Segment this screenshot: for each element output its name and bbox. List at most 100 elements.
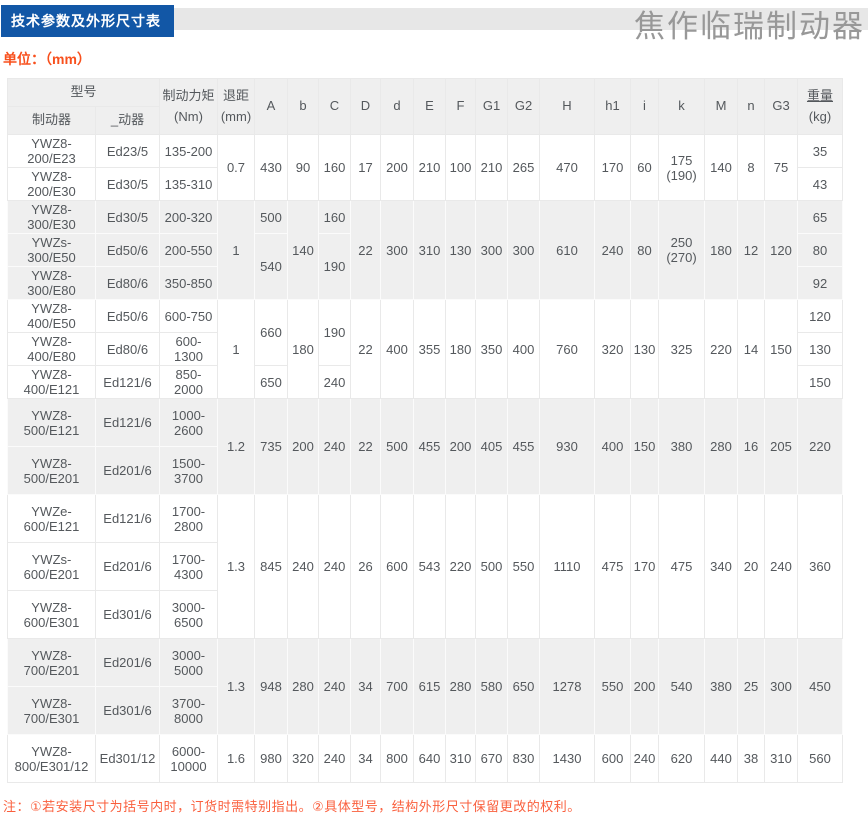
table-cell: 310 [765, 735, 798, 783]
unit-label: 单位：（mm） [3, 49, 868, 69]
table-cell: 16 [738, 399, 765, 495]
table-cell: 170 [631, 495, 659, 639]
table-cell: 1.6 [218, 735, 255, 783]
table-row: YWZe-600/E121Ed121/61700-28001.384524024… [8, 495, 843, 543]
table-cell: 160 [319, 135, 351, 201]
table-cell: 240 [319, 735, 351, 783]
table-cell: YWZ8-700/E301 [8, 687, 96, 735]
table-cell: 610 [540, 201, 595, 300]
table-cell: 400 [508, 300, 540, 399]
col-header-G1: G1 [476, 79, 508, 135]
col-header-H: H [540, 79, 595, 135]
table-cell: 12 [738, 201, 765, 300]
table-cell: YWZ8-500/E121 [8, 399, 96, 447]
table-cell: Ed80/6 [96, 333, 160, 366]
page-title: 技术参数及外形尺寸表 [1, 5, 174, 37]
table-cell: 3000-6500 [160, 591, 218, 639]
table-cell: 120 [798, 300, 843, 333]
footnote: 注：①若安装尺寸为括号内时，订货时需特别指出。②具体型号，结构外形尺寸保留更改的… [3, 796, 868, 815]
table-cell: 220 [798, 399, 843, 495]
table-cell: Ed80/6 [96, 267, 160, 300]
table-cell: Ed30/5 [96, 168, 160, 201]
col-header-d: d [381, 79, 414, 135]
table-cell: 380 [659, 399, 705, 495]
table-cell: Ed121/6 [96, 399, 160, 447]
table-cell: 150 [765, 300, 798, 399]
table-cell: 200 [446, 399, 476, 495]
table-cell: 90 [288, 135, 319, 201]
table-cell: 350 [476, 300, 508, 399]
table-cell: 600 [595, 735, 631, 783]
table-cell: 120 [765, 201, 798, 300]
table-cell: 200 [288, 399, 319, 495]
table-cell: 280 [288, 639, 319, 735]
table-cell: 340 [705, 495, 738, 639]
table-cell: 845 [255, 495, 288, 639]
table-cell: 130 [446, 201, 476, 300]
table-cell: 1500-3700 [160, 447, 218, 495]
table-cell: 140 [288, 201, 319, 300]
col-header-G3: G3 [765, 79, 798, 135]
table-cell: 800 [381, 735, 414, 783]
table-cell: 43 [798, 168, 843, 201]
table-cell: 80 [631, 201, 659, 300]
table-cell: 135-310 [160, 168, 218, 201]
table-cell: 550 [595, 639, 631, 735]
table-cell: 980 [255, 735, 288, 783]
table-cell: 735 [255, 399, 288, 495]
table-cell: Ed30/5 [96, 201, 160, 234]
table-cell: 1.2 [218, 399, 255, 495]
table-cell: 640 [414, 735, 446, 783]
table-cell: 760 [540, 300, 595, 399]
table-cell: 190 [319, 234, 351, 300]
table-cell: 620 [659, 735, 705, 783]
table-cell: 560 [798, 735, 843, 783]
table-cell: 300 [508, 201, 540, 300]
table-cell: 220 [446, 495, 476, 639]
table-cell: 930 [540, 399, 595, 495]
table-cell: 320 [288, 735, 319, 783]
table-cell: 455 [414, 399, 446, 495]
table-cell: 140 [705, 135, 738, 201]
table-cell: 300 [765, 639, 798, 735]
table-head: 型号 制动力矩(Nm) 退距(mm) AbCDdEFG1G2Hh1ikMnG3重… [8, 79, 843, 135]
table-cell: Ed23/5 [96, 135, 160, 168]
table-cell: 1700-2800 [160, 495, 218, 543]
table-cell: 440 [705, 735, 738, 783]
table-cell: 500 [255, 201, 288, 234]
table-cell: 310 [446, 735, 476, 783]
table-cell: YWZs-300/E50 [8, 234, 96, 267]
table-cell: 200 [631, 639, 659, 735]
table-cell: 380 [705, 639, 738, 735]
table-cell: 355 [414, 300, 446, 399]
table-cell: YWZ8-400/E80 [8, 333, 96, 366]
table-cell: 450 [798, 639, 843, 735]
table-cell: 1 [218, 201, 255, 300]
table-cell: YWZe-600/E121 [8, 495, 96, 543]
table-cell: 22 [351, 300, 381, 399]
header-row-1: 型号 制动力矩(Nm) 退距(mm) AbCDdEFG1G2Hh1ikMnG3重… [8, 79, 843, 107]
table-cell: 35 [798, 135, 843, 168]
table-cell: 210 [476, 135, 508, 201]
table-cell: 150 [631, 399, 659, 495]
table-cell: 405 [476, 399, 508, 495]
table-cell: 240 [765, 495, 798, 639]
table-cell: 38 [738, 735, 765, 783]
table-cell: 500 [381, 399, 414, 495]
table-cell: YWZ8-400/E50 [8, 300, 96, 333]
table-cell: 175 (190) [659, 135, 705, 201]
table-cell: 20 [738, 495, 765, 639]
table-cell: 1278 [540, 639, 595, 735]
table-cell: 280 [446, 639, 476, 735]
table-cell: 700 [381, 639, 414, 735]
table-cell: 34 [351, 639, 381, 735]
table-cell: Ed201/6 [96, 543, 160, 591]
table-cell: 600 [381, 495, 414, 639]
table-cell: 75 [765, 135, 798, 201]
table-cell: 25 [738, 639, 765, 735]
table-cell: 190 [319, 300, 351, 366]
table-cell: YWZ8-800/E301/12 [8, 735, 96, 783]
col-header-motor: _动器 [96, 107, 160, 135]
table-cell: 180 [288, 300, 319, 399]
table-cell: 240 [319, 495, 351, 639]
